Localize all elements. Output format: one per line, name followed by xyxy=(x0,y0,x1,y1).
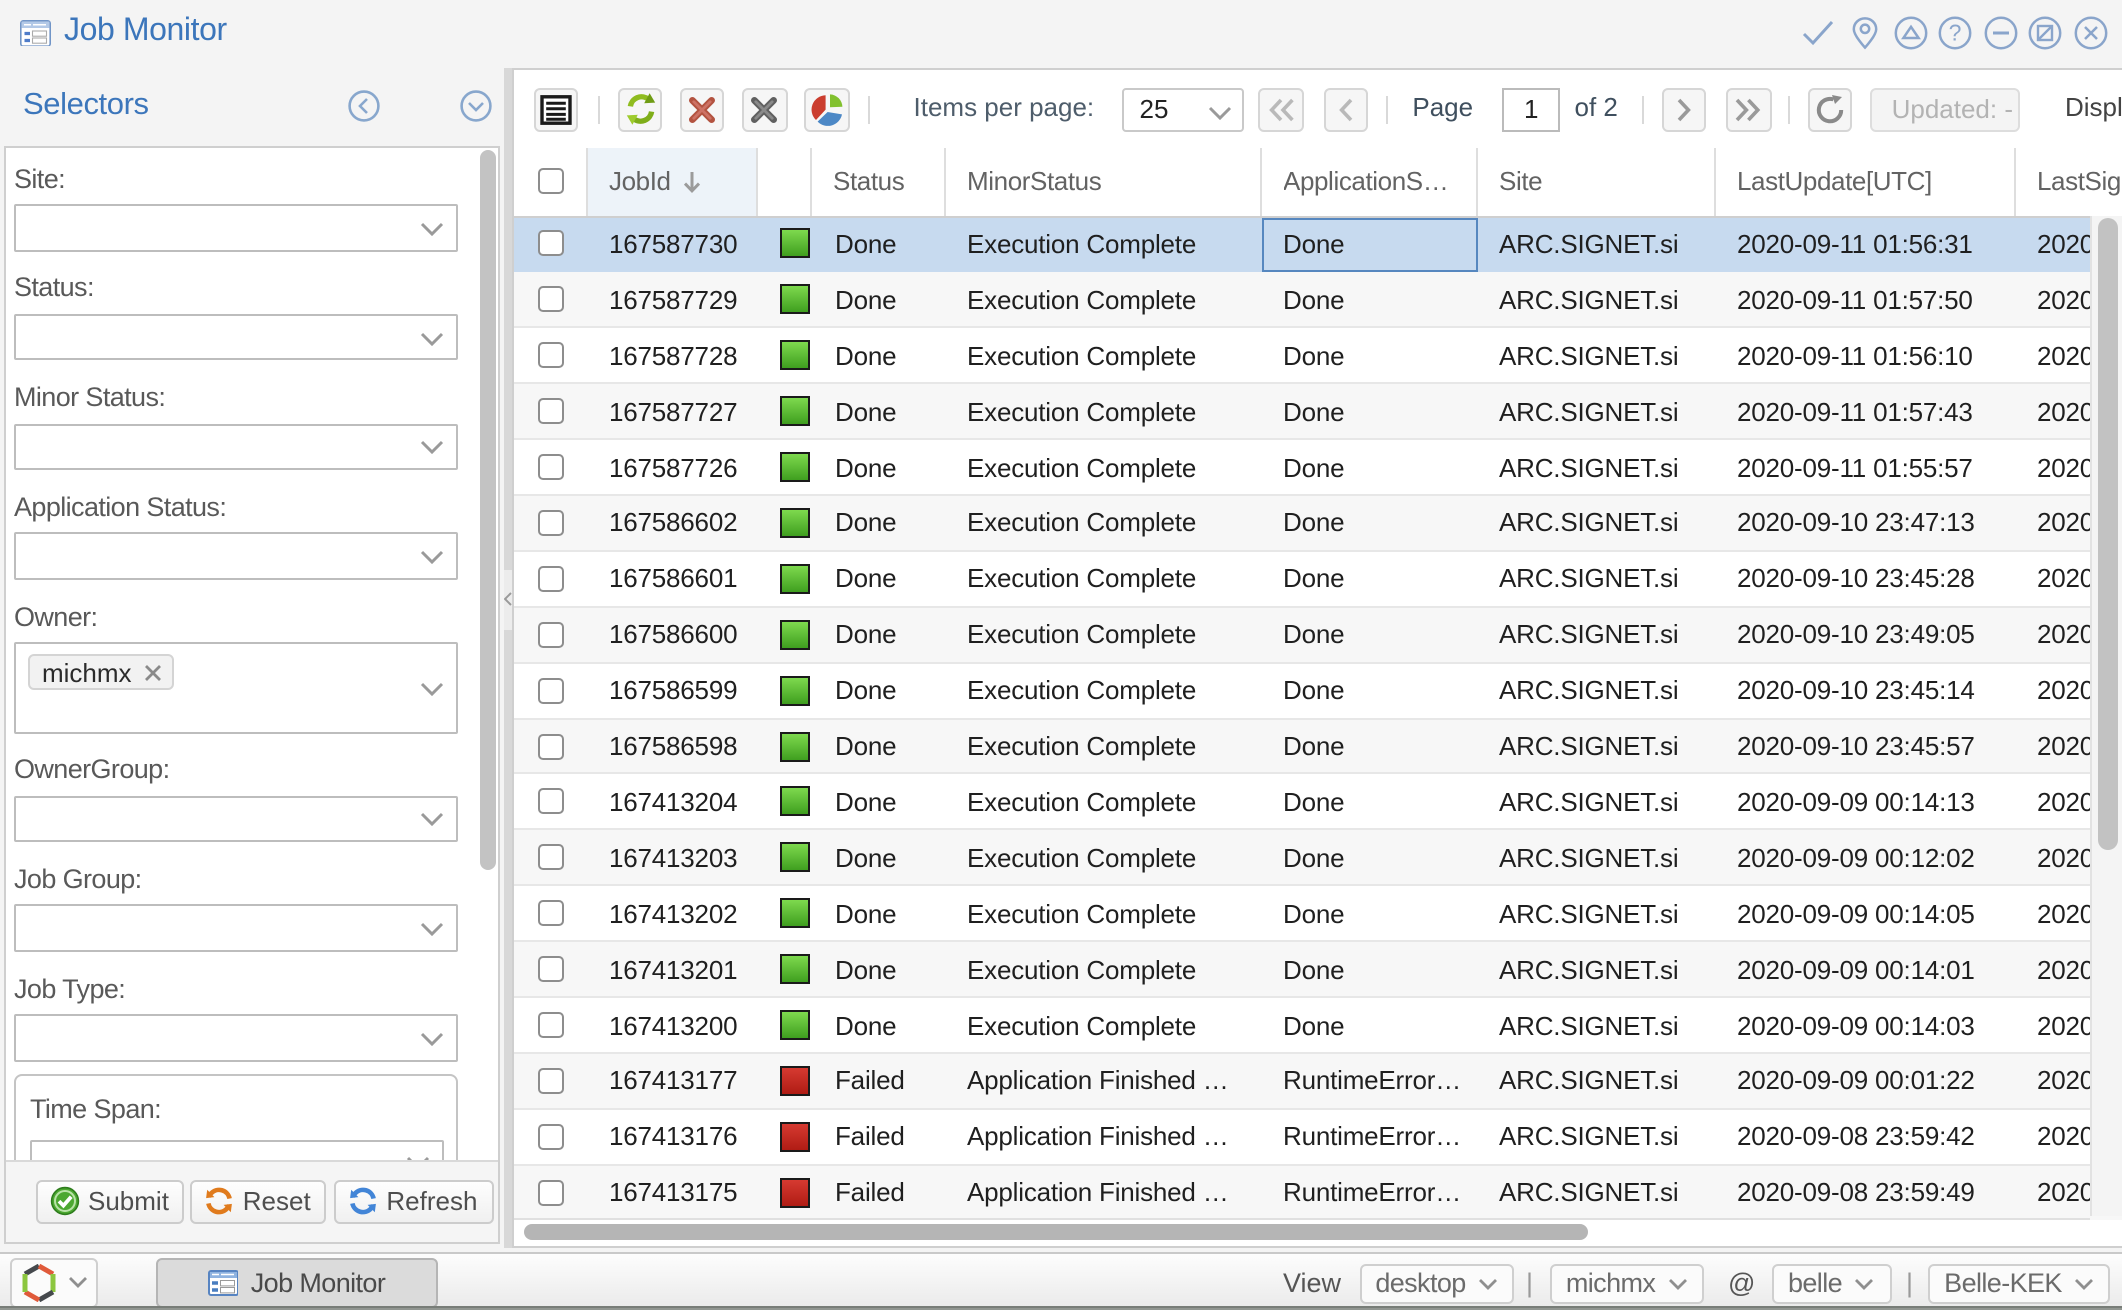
svg-text:?: ? xyxy=(1949,19,1962,45)
